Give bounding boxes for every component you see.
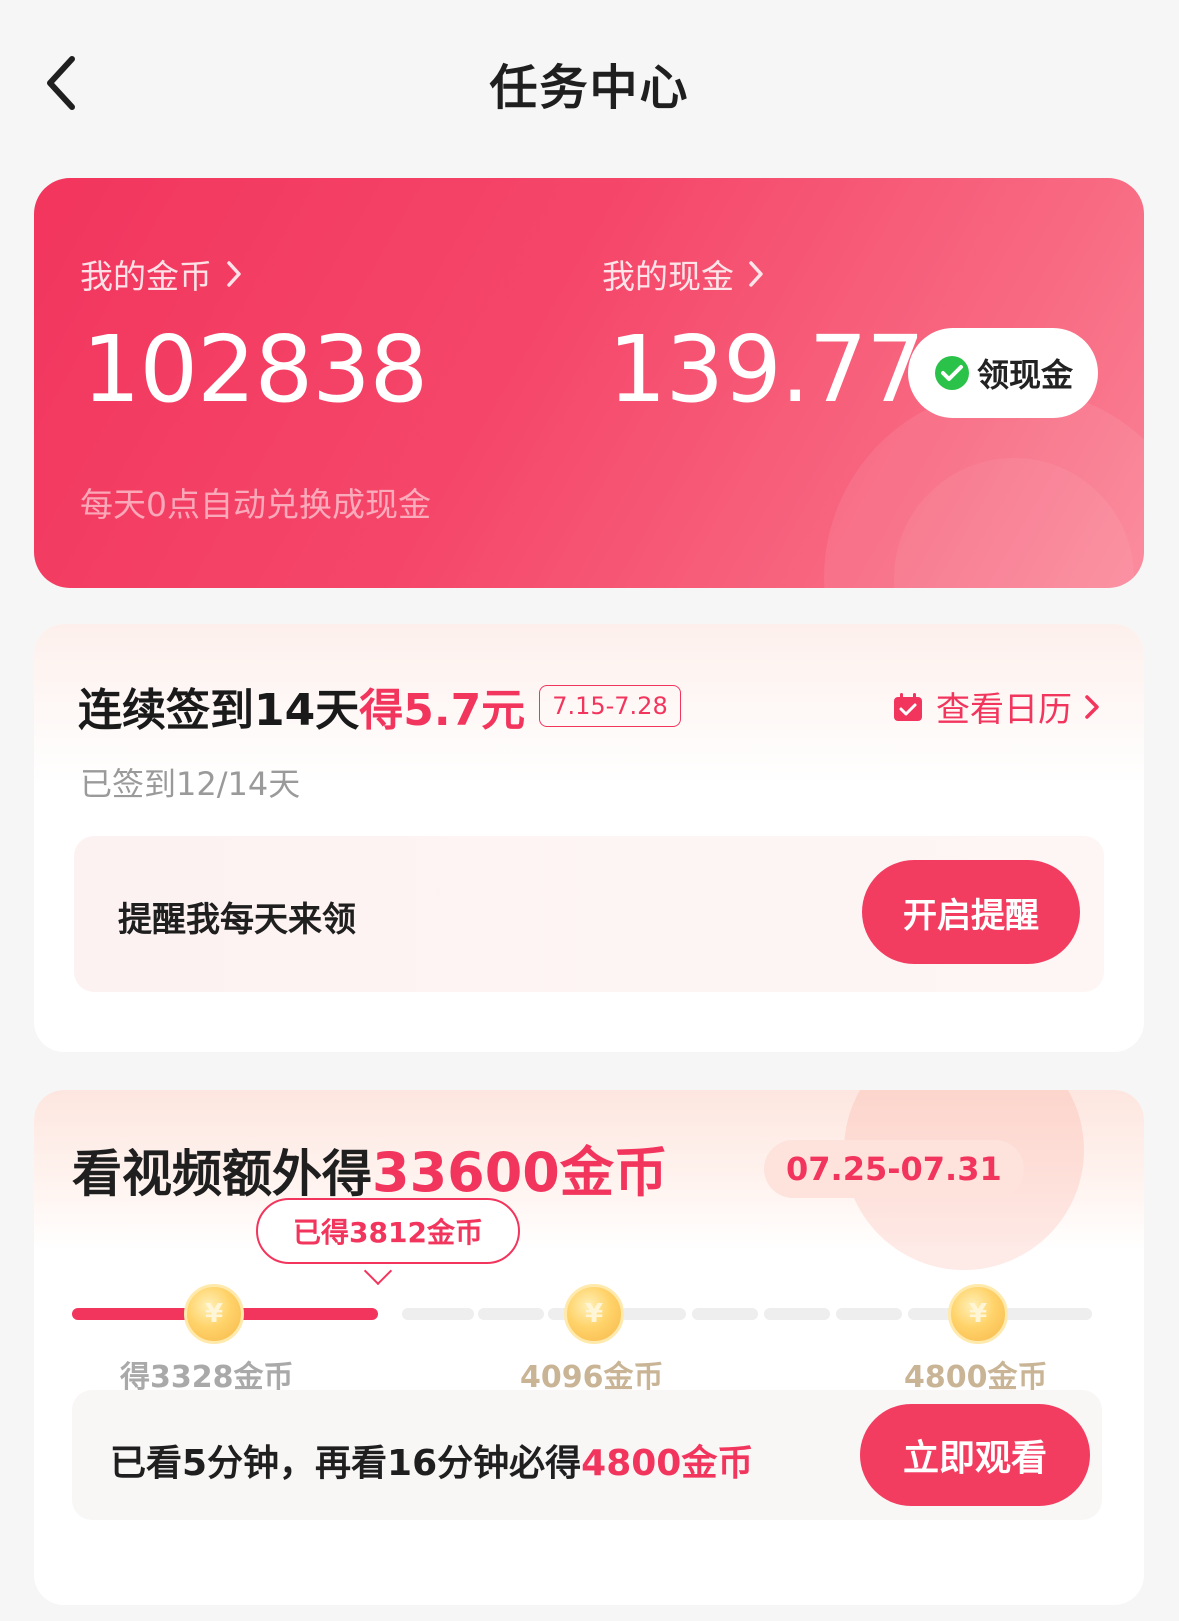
watch-text-reward: 4800金币 (581, 1443, 754, 1484)
my-cash-label: 我的现金 (602, 257, 734, 296)
page-title: 任务中心 (489, 60, 690, 116)
my-coins-label: 我的金币 (80, 257, 212, 296)
track-segment (402, 1308, 474, 1320)
checkin-date-tag: 7.15-7.28 (539, 685, 681, 727)
my-cash-value: 139.77 (608, 316, 925, 423)
enable-reminder-button[interactable]: 开启提醒 (862, 860, 1080, 964)
watch-text-prefix: 已看5分钟，再看16分钟必得 (110, 1443, 582, 1484)
chevron-right-icon (749, 261, 763, 287)
track-segment (692, 1308, 758, 1320)
wechat-icon (934, 356, 969, 390)
track-segment (836, 1308, 902, 1320)
checkin-title-reward: 得5.7元 (359, 685, 526, 736)
track-segment (620, 1308, 686, 1320)
my-coins-value: 102838 (82, 316, 428, 423)
checkin-card: 连续签到14天 得5.7元 7.15-7.28 查看日历 已签到12/14天 提… (34, 624, 1144, 1052)
my-coins-link[interactable]: 我的金币 (80, 250, 242, 298)
checkin-progress: 已签到12/14天 (80, 765, 301, 803)
track-segment (478, 1308, 544, 1320)
watch-now-button[interactable]: 立即观看 (860, 1404, 1090, 1506)
video-task-title: 看视频额外得 33600金币 (72, 1128, 668, 1207)
video-title-prefix: 看视频额外得 (72, 1145, 372, 1203)
wallet-card: 我的金币 102838 我的现金 139.77 领现金 每天0点自动兑换成现金 (34, 178, 1144, 588)
video-task-card: 看视频额外得 33600金币 07.25-07.31 已得3812金币 ¥ ¥ … (34, 1090, 1144, 1605)
my-cash-link[interactable]: 我的现金 (602, 250, 764, 298)
calendar-icon (894, 692, 922, 721)
header: 任务中心 (0, 0, 1179, 160)
earned-coins-bubble: 已得3812金币 (256, 1198, 520, 1264)
chevron-right-icon (1085, 694, 1099, 719)
view-calendar-label: 查看日历 (936, 690, 1072, 730)
reminder-panel: 提醒我每天来领 开启提醒 (74, 836, 1104, 992)
coin-icon: ¥ (948, 1284, 1008, 1344)
watch-status-text: 已看5分钟，再看16分钟必得4800金币 (110, 1434, 753, 1486)
exchange-note: 每天0点自动兑换成现金 (80, 485, 431, 524)
chevron-right-icon (227, 261, 241, 287)
watch-panel: 已看5分钟，再看16分钟必得4800金币 立即观看 (72, 1390, 1102, 1520)
view-calendar-link[interactable]: 查看日历 (892, 682, 1100, 731)
coin-icon: ¥ (184, 1284, 244, 1344)
checkin-title: 连续签到14天 得5.7元 7.15-7.28 (78, 674, 681, 738)
video-title-reward: 33600金币 (372, 1141, 668, 1204)
coin-icon: ¥ (564, 1284, 624, 1344)
track-segment (764, 1308, 830, 1320)
reminder-text: 提醒我每天来领 (118, 900, 356, 940)
withdraw-cash-label: 领现金 (976, 356, 1073, 394)
video-date-tag: 07.25-07.31 (764, 1140, 1024, 1198)
withdraw-cash-button[interactable]: 领现金 (908, 328, 1098, 418)
checkin-title-prefix: 连续签到14天 (78, 685, 360, 736)
